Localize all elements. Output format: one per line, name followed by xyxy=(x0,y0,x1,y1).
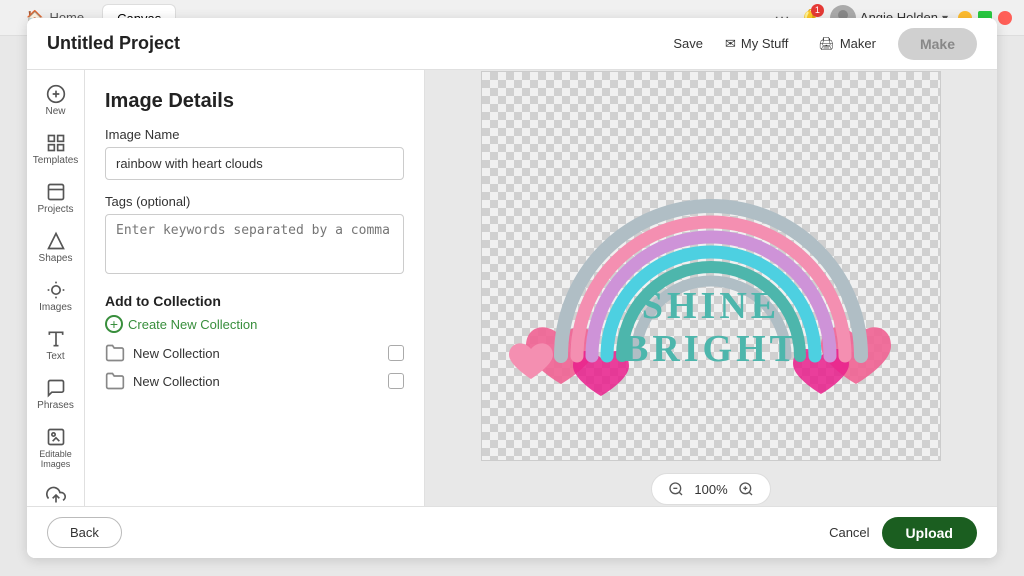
back-button[interactable]: Back xyxy=(47,517,122,548)
create-new-collection-button[interactable]: + Create New Collection xyxy=(105,315,257,333)
svg-text:SHINE: SHINE xyxy=(642,285,780,327)
collection-name-2: New Collection xyxy=(133,374,380,389)
folder-icon-2 xyxy=(105,371,125,391)
canvas-image: SHINE BRIGHT xyxy=(501,96,921,436)
tags-label: Tags (optional) xyxy=(105,194,404,209)
collection-section: Add to Collection + Create New Collectio… xyxy=(105,293,404,399)
plus-circle-icon: + xyxy=(105,315,123,333)
zoom-out-icon xyxy=(668,481,684,497)
sidebar-item-text[interactable]: Text xyxy=(31,323,81,368)
tags-input[interactable] xyxy=(105,214,404,274)
svg-text:BRIGHT: BRIGHT xyxy=(623,328,799,370)
zoom-out-button[interactable] xyxy=(666,479,686,499)
close-button[interactable] xyxy=(998,11,1012,25)
sidebar-item-images[interactable]: Images xyxy=(31,274,81,319)
zoom-in-icon xyxy=(738,481,754,497)
zoom-in-button[interactable] xyxy=(736,479,756,499)
canvas-area: SHINE BRIGHT 100% xyxy=(425,70,997,506)
image-name-field: Image Name xyxy=(105,127,404,180)
cancel-button[interactable]: Cancel xyxy=(829,525,869,540)
sidebar-shapes-label: Shapes xyxy=(39,253,73,264)
maker-label: Maker xyxy=(840,36,876,51)
app-window: Untitled Project Save ✉ My Stuff 🖨 Maker… xyxy=(27,18,997,558)
add-to-collection-title: Add to Collection xyxy=(105,293,404,309)
shapes-icon xyxy=(46,231,66,251)
text-icon xyxy=(46,329,66,349)
header-actions: Save ✉ My Stuff 🖨 Maker Make xyxy=(673,28,977,60)
app-header: Untitled Project Save ✉ My Stuff 🖨 Maker… xyxy=(27,18,997,70)
folder-icon-1 xyxy=(105,343,125,363)
sidebar-images-label: Images xyxy=(39,302,72,313)
sidebar-templates-label: Templates xyxy=(33,155,79,166)
app-body: New Templates Projects Shapes xyxy=(27,70,997,506)
sidebar-editable-images-label: Editable Images xyxy=(35,449,77,469)
images-icon xyxy=(46,280,66,300)
sidebar-item-upload[interactable]: Upload xyxy=(31,479,81,506)
my-stuff-button[interactable]: ✉ My Stuff xyxy=(717,32,796,56)
collection-item-1: New Collection xyxy=(105,343,404,363)
panel-title: Image Details xyxy=(105,90,404,113)
notification-badge: 1 xyxy=(811,4,824,17)
sidebar-new-label: New xyxy=(45,106,65,117)
upload-icon xyxy=(46,485,66,505)
sidebar-item-projects[interactable]: Projects xyxy=(31,176,81,221)
image-details-panel: Image Details Image Name Tags (optional)… xyxy=(85,70,425,506)
sidebar-item-shapes[interactable]: Shapes xyxy=(31,225,81,270)
envelope-icon: ✉ xyxy=(725,36,736,52)
upload-button[interactable]: Upload xyxy=(882,517,977,549)
image-name-input[interactable] xyxy=(105,147,404,180)
sidebar-item-templates[interactable]: Templates xyxy=(31,127,81,172)
my-stuff-label: My Stuff xyxy=(741,36,788,51)
sidebar: New Templates Projects Shapes xyxy=(27,70,85,506)
editable-images-icon xyxy=(46,427,66,447)
collection-checkbox-1[interactable] xyxy=(388,345,404,361)
sidebar-item-phrases[interactable]: Phrases xyxy=(31,372,81,417)
phrases-icon xyxy=(46,378,66,398)
save-button[interactable]: Save xyxy=(673,36,703,51)
tags-field: Tags (optional) xyxy=(105,194,404,279)
create-new-label: Create New Collection xyxy=(128,317,257,332)
collection-checkbox-2[interactable] xyxy=(388,373,404,389)
printer-icon: 🖨 xyxy=(818,36,835,52)
maker-button[interactable]: 🖨 Maker xyxy=(810,32,884,56)
sidebar-item-new[interactable]: New xyxy=(31,78,81,123)
zoom-level: 100% xyxy=(694,482,727,497)
sidebar-projects-label: Projects xyxy=(37,204,73,215)
app-footer: Back Cancel Upload xyxy=(27,506,997,558)
new-icon xyxy=(46,84,66,104)
image-name-label: Image Name xyxy=(105,127,404,142)
sidebar-item-editable-images[interactable]: Editable Images xyxy=(31,421,81,475)
sidebar-text-label: Text xyxy=(46,351,64,362)
sidebar-phrases-label: Phrases xyxy=(37,400,74,411)
collection-name-1: New Collection xyxy=(133,346,380,361)
collection-item-2: New Collection xyxy=(105,371,404,391)
templates-icon xyxy=(46,133,66,153)
projects-icon xyxy=(46,182,66,202)
make-button[interactable]: Make xyxy=(898,28,977,60)
footer-right: Cancel Upload xyxy=(829,517,977,549)
zoom-controls: 100% xyxy=(651,473,770,505)
project-title[interactable]: Untitled Project xyxy=(47,33,673,54)
canvas-preview: SHINE BRIGHT xyxy=(481,71,941,461)
